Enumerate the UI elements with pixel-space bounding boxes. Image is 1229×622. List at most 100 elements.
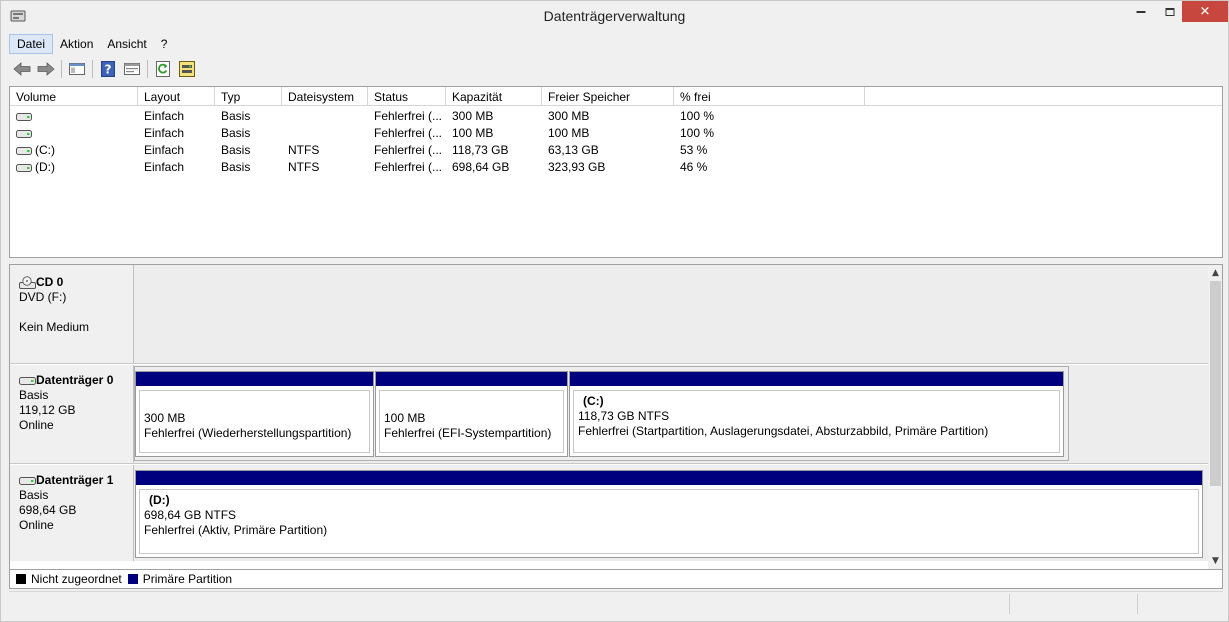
- partition-efi[interactable]: 100 MB Fehlerfrei (EFI-Systempartition): [375, 371, 568, 457]
- disk-size: [19, 305, 133, 320]
- disk-name: Datenträger 1: [36, 473, 114, 487]
- status-bar-section: [1009, 594, 1010, 614]
- partition-body: (C:) 118,73 GB NTFS Fehlerfrei (Startpar…: [573, 390, 1060, 453]
- svg-text:?: ?: [105, 63, 112, 77]
- show-hide-console-tree-icon: [69, 63, 85, 75]
- toolbar-separator: [61, 60, 62, 78]
- cell-freier-speicher: 300 MB: [548, 109, 590, 123]
- vertical-scrollbar[interactable]: ▲ ▼: [1208, 265, 1222, 569]
- show-hide-console-tree-button[interactable]: [66, 58, 88, 80]
- disk-label-disk1[interactable]: Datenträger 1 Basis 698,64 GB Online: [10, 465, 134, 561]
- rescan-disks-button[interactable]: [176, 58, 198, 80]
- column-header-prozent-frei[interactable]: % frei: [674, 87, 865, 106]
- volume-name: (C:): [35, 143, 55, 157]
- legend-item-primary: Primäre Partition: [127, 572, 233, 586]
- volume-row[interactable]: Einfach Basis Fehlerfrei (... 100 MB 100…: [10, 124, 1222, 141]
- volume-name: (D:): [35, 160, 55, 174]
- partition-bar: [570, 372, 1063, 386]
- help-icon: ?: [101, 61, 115, 77]
- rescan-disks-icon: [179, 61, 195, 77]
- column-header-freier-speicher[interactable]: Freier Speicher: [542, 87, 674, 106]
- column-header-kapazitaet[interactable]: Kapazität: [446, 87, 542, 106]
- minimize-button[interactable]: [1126, 1, 1155, 22]
- legend-label: Primäre Partition: [142, 572, 233, 586]
- back-arrow-icon: [13, 62, 31, 76]
- disk-row-disk1[interactable]: Datenträger 1 Basis 698,64 GB Online (D:…: [10, 465, 1208, 561]
- scroll-up-arrow-icon[interactable]: ▲: [1208, 265, 1222, 281]
- column-header-volume[interactable]: Volume: [10, 87, 138, 106]
- disk-status: Online: [19, 418, 54, 432]
- column-header-status[interactable]: Status: [368, 87, 446, 106]
- menu-aktion[interactable]: Aktion: [53, 34, 100, 54]
- cell-layout: Einfach: [144, 143, 185, 157]
- back-button[interactable]: [11, 58, 33, 80]
- volume-row[interactable]: (C:) Einfach Basis NTFS Fehlerfrei (... …: [10, 141, 1222, 158]
- cell-status: Fehlerfrei (...: [374, 126, 443, 140]
- disk-size: 698,64 GB: [19, 503, 77, 517]
- menu-help[interactable]: ?: [154, 34, 175, 54]
- cell-freier-speicher: 100 MB: [548, 126, 590, 140]
- help-button[interactable]: ?: [97, 58, 119, 80]
- disk-pane: CD 0 DVD (F:) Kein Medium Datenträger 0 …: [9, 264, 1223, 570]
- cell-freier-speicher: 63,13 GB: [548, 143, 599, 157]
- disk-name-row: Datenträger 1: [19, 473, 133, 488]
- partition-c[interactable]: (C:) 118,73 GB NTFS Fehlerfrei (Startpar…: [569, 371, 1064, 457]
- column-header-typ[interactable]: Typ: [215, 87, 282, 106]
- disk-type: Basis: [19, 488, 49, 502]
- refresh-button[interactable]: [152, 58, 174, 80]
- menu-ansicht[interactable]: Ansicht: [100, 34, 153, 54]
- cell-dateisystem: [282, 107, 368, 124]
- column-header-dateisystem[interactable]: Dateisystem: [282, 87, 368, 106]
- cell-kapazitaet: 100 MB: [452, 126, 494, 140]
- cell-volume: [10, 107, 138, 124]
- volume-row[interactable]: (D:) Einfach Basis NTFS Fehlerfrei (... …: [10, 158, 1222, 175]
- title-bar[interactable]: Datenträgerverwaltung ✕: [1, 1, 1228, 33]
- refresh-icon: [156, 61, 170, 77]
- cell-prozent-frei: 53 %: [680, 143, 708, 157]
- partition-recovery[interactable]: 300 MB Fehlerfrei (Wiederherstellungspar…: [135, 371, 374, 457]
- volume-row[interactable]: Einfach Basis Fehlerfrei (... 300 MB 300…: [10, 107, 1222, 124]
- cell-kapazitaet: 698,64 GB: [452, 160, 510, 174]
- disk-name: CD 0: [36, 275, 64, 289]
- status-bar: [9, 591, 1223, 615]
- disk-type: DVD (F:): [19, 290, 67, 304]
- disk-row-disk0[interactable]: Datenträger 0 Basis 119,12 GB Online 300…: [10, 365, 1208, 464]
- partition-label: (D:): [149, 493, 170, 507]
- disk-size: 119,12 GB: [19, 403, 76, 417]
- cell-typ: Basis: [221, 160, 251, 174]
- partition-size: 118,73 GB NTFS: [578, 409, 670, 423]
- scroll-thumb[interactable]: [1210, 281, 1221, 486]
- partition-d[interactable]: (D:) 698,64 GB NTFS Fehlerfrei (Aktiv, P…: [135, 470, 1203, 558]
- legend-label: Nicht zugeordnet: [31, 572, 122, 586]
- maximize-button[interactable]: [1155, 1, 1184, 22]
- window-title: Datenträgerverwaltung: [543, 8, 686, 24]
- partition-bar: [376, 372, 567, 386]
- disk-area-cd0: [134, 265, 1208, 363]
- disk-label-disk0[interactable]: Datenträger 0 Basis 119,12 GB Online: [10, 365, 134, 463]
- hard-disk-icon: [19, 476, 36, 485]
- disk0-partition-frame: 300 MB Fehlerfrei (Wiederherstellungspar…: [134, 366, 1069, 461]
- legend-swatch-primary: [127, 574, 138, 584]
- column-header-layout[interactable]: Layout: [138, 87, 215, 106]
- volume-icon: [16, 163, 32, 172]
- scroll-down-arrow-icon[interactable]: ▼: [1208, 553, 1222, 569]
- volume-list-header: Volume Layout Typ Dateisystem Status Kap…: [10, 87, 1222, 106]
- partition-size: 300 MB: [144, 411, 186, 425]
- menu-datei[interactable]: Datei: [9, 34, 54, 54]
- cell-layout: Einfach: [144, 109, 185, 123]
- cell-prozent-frei: 46 %: [680, 160, 708, 174]
- partition-status: Fehlerfrei (Startpartition, Auslagerungs…: [578, 424, 989, 438]
- cell-kapazitaet: 118,73 GB: [452, 143, 509, 157]
- maximize-icon: [1165, 7, 1174, 16]
- disk-type: Basis: [19, 388, 49, 402]
- cell-typ: Basis: [221, 109, 251, 123]
- forward-button[interactable]: [35, 58, 57, 80]
- cell-freier-speicher: 323,93 GB: [548, 160, 606, 174]
- disk-row-cd0[interactable]: CD 0 DVD (F:) Kein Medium: [10, 265, 1208, 364]
- properties-button[interactable]: [121, 58, 143, 80]
- menu-aktion-label: Aktion: [60, 37, 94, 51]
- cell-status: Fehlerfrei (...: [374, 160, 443, 174]
- close-button[interactable]: ✕: [1182, 1, 1228, 22]
- disk-label-cd0[interactable]: CD 0 DVD (F:) Kein Medium: [10, 265, 134, 363]
- cd-drive-icon: [19, 275, 36, 289]
